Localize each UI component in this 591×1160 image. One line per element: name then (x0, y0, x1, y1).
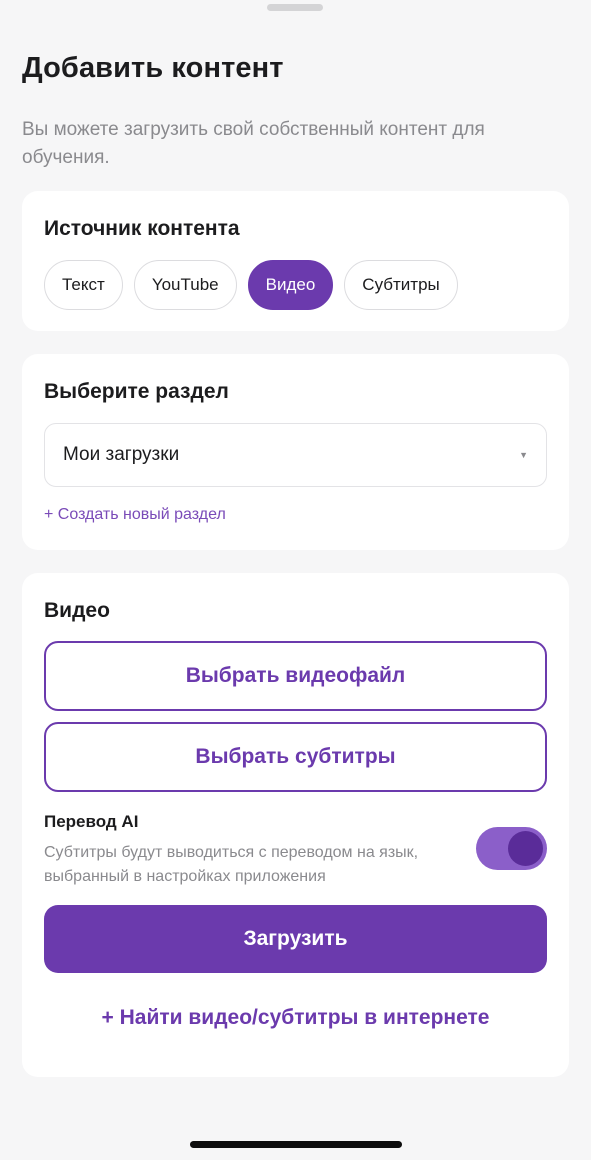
toggle-knob (508, 831, 543, 866)
video-card: Видео Выбрать видеофайл Выбрать субтитры… (22, 573, 569, 1077)
content-source-title: Источник контента (44, 217, 240, 240)
chip-text[interactable]: Текст (44, 260, 123, 310)
chevron-down-icon: ▼ (519, 450, 528, 460)
ai-translation-title: Перевод AI (44, 812, 139, 831)
page-subtitle: Вы можете загрузить свой собственный кон… (22, 119, 485, 168)
ai-translation-toggle[interactable] (476, 827, 547, 870)
section-title: Выберите раздел (44, 380, 229, 403)
content-source-card: Источник контента Текст YouTube Видео Су… (22, 191, 569, 331)
section-card: Выберите раздел Мои загрузки ▼ + Создать… (22, 354, 569, 550)
chip-subtitles[interactable]: Субтитры (344, 260, 458, 310)
choose-video-file-button[interactable]: Выбрать видеофайл (44, 641, 547, 711)
page-title: Добавить контент (22, 52, 284, 84)
section-select-value: Мои загрузки (63, 444, 180, 465)
chip-youtube[interactable]: YouTube (133, 260, 237, 310)
section-select[interactable]: Мои загрузки ▼ (44, 423, 547, 487)
sheet-grabber-handle[interactable] (267, 4, 323, 11)
video-title: Видео (44, 599, 110, 622)
choose-subtitles-button[interactable]: Выбрать субтитры (44, 722, 547, 792)
add-content-sheet: Добавить контент Вы можете загрузить сво… (0, 0, 591, 1160)
find-online-link[interactable]: + Найти видео/субтитры в интернете (22, 1006, 569, 1030)
ai-translation-description: Субтитры будут выводиться с переводом на… (44, 844, 419, 885)
home-indicator (190, 1141, 402, 1148)
content-source-chips: Текст YouTube Видео Субтитры (44, 260, 458, 310)
chip-video[interactable]: Видео (247, 260, 334, 310)
create-section-link[interactable]: + Создать новый раздел (44, 506, 226, 524)
upload-button[interactable]: Загрузить (44, 905, 547, 973)
